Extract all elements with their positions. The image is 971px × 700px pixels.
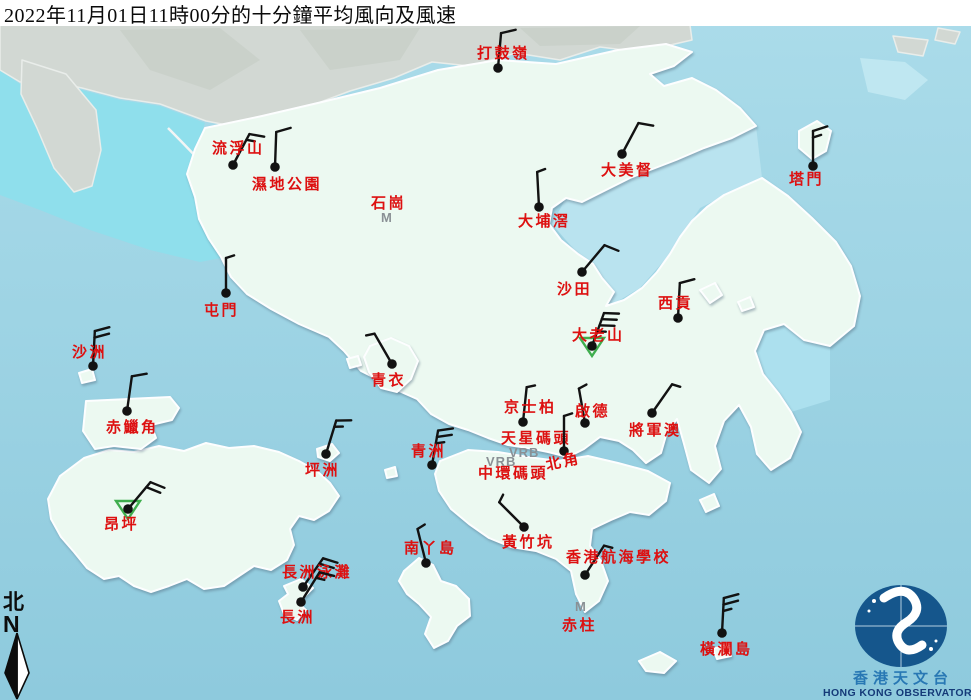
hko-logo-english-name: HONG KONG OBSERVATORY <box>823 687 971 699</box>
station-dot <box>421 558 431 568</box>
station-label: 橫瀾島 <box>700 640 753 658</box>
hong-kong-map: 打鼓嶺流浮山濕地公園石崗M大美督塔門大埔滘沙田西貢大老山屯門沙洲赤鱲角青衣青洲京… <box>0 0 971 700</box>
station-dot <box>808 161 818 171</box>
station-label: 昂坪 <box>104 516 139 533</box>
hko-logo-halftone-dot <box>929 647 933 651</box>
station-label: 香港航海學校 <box>566 548 671 566</box>
station-label: 坪洲 <box>305 462 340 479</box>
station-dot <box>519 522 529 532</box>
hko-logo-halftone-dot <box>868 610 871 613</box>
station-label: 西貢 <box>658 295 693 312</box>
station-label: 大老山 <box>572 326 625 344</box>
station-marker-vrb: VRB <box>486 454 516 469</box>
station-dot <box>427 460 437 470</box>
station-dot <box>123 504 133 514</box>
station-dot <box>387 359 397 369</box>
station-label: 濕地公園 <box>252 175 322 193</box>
station-dot <box>296 597 306 607</box>
station-marker-m: M <box>575 599 587 614</box>
station-label: 南丫島 <box>404 539 457 557</box>
station-label: 沙洲 <box>72 344 107 361</box>
hko-logo-halftone-dot <box>872 599 876 603</box>
wind-barb-full <box>602 319 617 320</box>
station-label: 赤鱲角 <box>106 418 159 436</box>
station-dot <box>717 628 727 638</box>
hko-logo-chinese-name: 香港天文台 <box>853 669 953 687</box>
station-dot <box>270 162 280 172</box>
station-label: 長洲 <box>280 609 315 626</box>
station-label: 大埔滘 <box>518 212 571 230</box>
land-ma-wan <box>347 356 361 368</box>
land-kau-yi-chau <box>385 467 397 478</box>
station-label: 京士柏 <box>504 398 557 416</box>
station-dot <box>673 313 683 323</box>
station-dot <box>221 288 231 298</box>
station-dot <box>493 63 503 73</box>
hko-logo-halftone-dot <box>935 640 938 643</box>
station-dot <box>122 406 132 416</box>
station-dot <box>228 160 238 170</box>
station-label: 塔門 <box>789 170 824 188</box>
station-dot <box>321 449 331 459</box>
station-label: 赤柱 <box>562 616 597 634</box>
station-label: 青洲 <box>411 442 446 460</box>
station-dot <box>617 149 627 159</box>
hk-wind-map-canvas: 打鼓嶺流浮山濕地公園石崗M大美督塔門大埔滘沙田西貢大老山屯門沙洲赤鱲角青衣青洲京… <box>0 0 971 700</box>
map-title-bar: 2022年11月01日11時00分的十分鐘平均風向及風速 <box>0 0 971 26</box>
station-dot <box>647 408 657 418</box>
station-marker-m: M <box>381 210 393 225</box>
station-label: 青衣 <box>371 371 406 389</box>
station-dot <box>534 202 544 212</box>
station-label: 打鼓嶺 <box>477 44 530 62</box>
wind-barb-full <box>600 325 615 326</box>
station-dot <box>580 570 590 580</box>
map-title: 2022年11月01日11時00分的十分鐘平均風向及風速 <box>0 0 457 28</box>
wind-barb-full <box>604 313 619 314</box>
station-dot <box>518 417 528 427</box>
station-label: 將軍澳 <box>629 421 682 439</box>
wind-barb-shaft <box>275 132 276 167</box>
station-label: 屯門 <box>204 301 239 319</box>
station-dot <box>88 361 98 371</box>
station-label: 流浮山 <box>212 139 265 157</box>
station-dot <box>577 267 587 277</box>
station-label: 啟德 <box>575 402 610 420</box>
station-label: 大美督 <box>601 161 654 179</box>
station-label: 黃竹坑 <box>502 533 555 551</box>
station-label: 沙田 <box>557 281 592 298</box>
station-dot <box>298 582 308 592</box>
